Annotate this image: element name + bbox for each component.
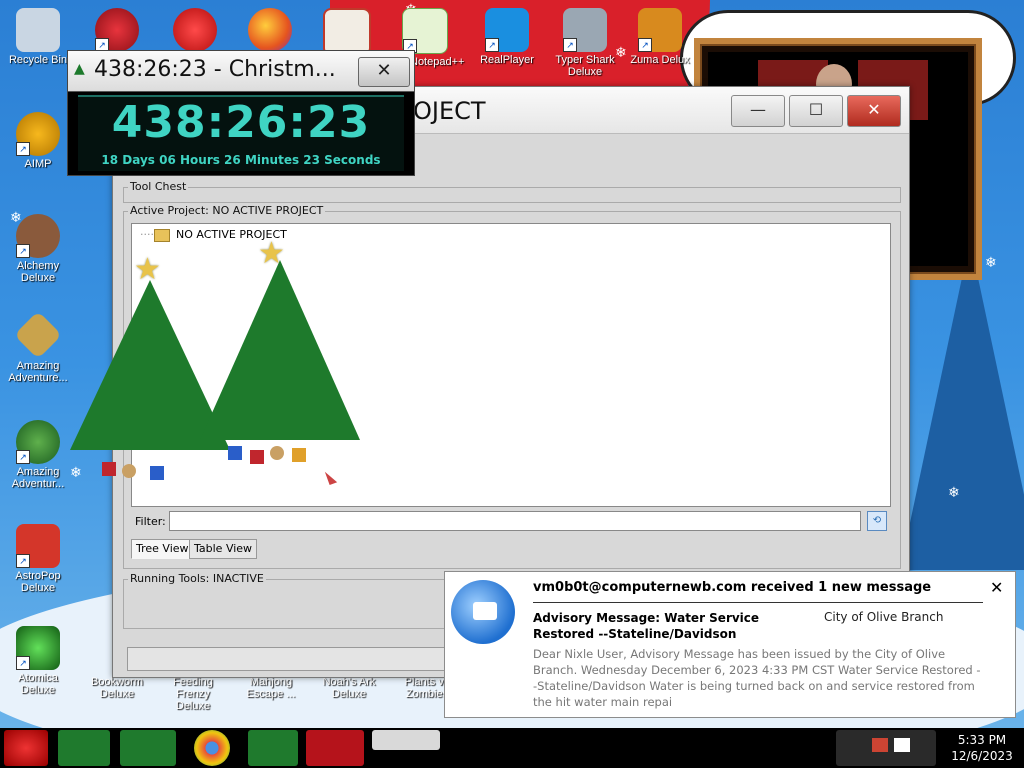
filter-input[interactable] xyxy=(169,511,861,531)
notification-body: Dear Nixle User, Advisory Message has be… xyxy=(533,647,981,709)
taskbar-firefox-icon[interactable] xyxy=(58,730,110,766)
clock-time: 5:33 PM xyxy=(957,733,1007,747)
close-button[interactable]: ✕ xyxy=(847,95,901,127)
thunderbird-icon xyxy=(451,580,515,644)
desktop-icon-atomica[interactable]: ↗ Atomica Deluxe xyxy=(3,626,73,696)
desktop-icon-red-creature[interactable] xyxy=(160,8,230,54)
desktop-icon-label: AstroPop Deluxe xyxy=(15,570,61,594)
tool-chest-label: Tool Chest xyxy=(128,180,189,193)
countdown-title: 438:26:23 - Christm... xyxy=(94,57,336,82)
taskbar-red-bird-icon[interactable] xyxy=(306,730,364,766)
tab-tree-view[interactable]: Tree View xyxy=(131,539,194,559)
realplayer-icon: ↗ xyxy=(485,8,529,52)
countdown-words: 18 Days 06 Hours 26 Minutes 23 Seconds xyxy=(101,153,381,167)
desktop-icon-astropop[interactable]: ↗ AstroPop Deluxe xyxy=(3,524,73,594)
teddy-bear-icon xyxy=(122,464,136,478)
gift-icon xyxy=(250,450,264,464)
star-icon: ★ xyxy=(258,236,285,271)
firefox-icon xyxy=(248,8,292,52)
gift-icon xyxy=(228,446,242,460)
minimize-button[interactable]: — xyxy=(731,95,785,127)
countdown-close-button[interactable]: ✕ xyxy=(358,57,410,87)
compass-icon: ↗ xyxy=(16,420,60,464)
countdown-time: 438:26:23 xyxy=(111,97,371,148)
pine-tree-decoration xyxy=(900,240,1024,570)
notification-divider xyxy=(533,602,983,603)
status-bar xyxy=(127,647,449,671)
tool-chest-panel: Tool Chest xyxy=(123,180,901,203)
desktop-icon-firefox[interactable] xyxy=(235,8,305,54)
tab-table-view[interactable]: Table View xyxy=(189,539,258,559)
countdown-window[interactable]: ▲ 438:26:23 - Christm... ✕ 438:26:23 18 … xyxy=(67,50,415,176)
gift-icon xyxy=(150,466,164,480)
notepad-icon: ↗ xyxy=(402,8,448,54)
taskbar-clock[interactable]: 5:33 PM 12/6/2023 xyxy=(942,732,1022,764)
refresh-filter-icon[interactable]: ⟲ xyxy=(867,511,887,531)
taskbar-blank-item[interactable] xyxy=(372,730,440,750)
countdown-titlebar[interactable]: ▲ 438:26:23 - Christm... ✕ xyxy=(68,51,414,92)
astropop-icon: ↗ xyxy=(16,524,60,568)
desktop-icon-label: Mahjong Escape ... xyxy=(246,676,296,700)
volume-icon[interactable] xyxy=(894,738,910,752)
desktop-icon-label: Noah's Ark Deluxe xyxy=(322,676,376,700)
system-tray xyxy=(836,730,936,766)
shark-icon: ↗ xyxy=(563,8,607,52)
aimp-icon: ↗ xyxy=(16,112,60,156)
desktop-icon-label: Zuma Delux xyxy=(630,54,690,66)
teddy-bear-icon xyxy=(270,446,284,460)
desktop-icon-label: AIMP xyxy=(24,158,52,170)
desktop-icon-label: Bookworm Deluxe xyxy=(91,676,143,700)
active-project-label: Active Project: NO ACTIVE PROJECT xyxy=(128,204,326,217)
snowflake-icon: ❄ xyxy=(985,255,997,271)
desktop-icon-aimp[interactable]: ↗ AIMP xyxy=(3,112,73,170)
santa-start-icon[interactable] xyxy=(4,730,48,766)
wizard-icon: ↗ xyxy=(16,214,60,258)
mail-notification[interactable]: vm0b0t@computernewb.com received 1 new m… xyxy=(444,571,1016,718)
desktop-icon-zuma[interactable]: ↗ Zuma Delux xyxy=(625,8,695,66)
gift-icon xyxy=(102,462,116,476)
gift-icon xyxy=(292,448,306,462)
desktop-icon-label: Atomica Deluxe xyxy=(18,672,58,696)
notification-subject: Advisory Message: Water Service Restored… xyxy=(533,611,760,641)
christmas-trees-animation: ★ ★ xyxy=(60,236,380,490)
desktop-icon-label: RealPlayer xyxy=(480,54,534,66)
desktop-icon-label: Recycle Bin xyxy=(8,54,68,66)
desktop-icon-label: Feeding Frenzy Deluxe xyxy=(173,676,213,712)
zuma-icon: ↗ xyxy=(638,8,682,52)
maximize-button[interactable]: ☐ xyxy=(789,95,843,127)
atom-icon: ↗ xyxy=(16,626,60,670)
desktop-icon-typer-shark[interactable]: ↗ Typer Shark Deluxe xyxy=(550,8,620,78)
snowflake-icon: ❄ xyxy=(948,485,960,501)
window-title: OJECT xyxy=(413,97,486,125)
notification-close-button[interactable]: ✕ xyxy=(990,578,1003,597)
taskbar-chrome-icon[interactable] xyxy=(194,730,230,766)
desktop-icon-realplayer[interactable]: ↗ RealPlayer xyxy=(472,8,542,66)
running-tools-label: Running Tools: INACTIVE xyxy=(128,572,266,585)
taskbar xyxy=(0,728,1024,768)
notification-sender: City of Olive Branch xyxy=(824,610,944,624)
red-creature-icon xyxy=(173,8,217,52)
network-icon[interactable] xyxy=(872,738,888,752)
countdown-display: 438:26:23 18 Days 06 Hours 26 Minutes 23… xyxy=(78,95,404,171)
taskbar-christmas-tree-icon[interactable] xyxy=(248,730,298,766)
desktop-icon-recycle-bin[interactable]: Recycle Bin xyxy=(3,8,73,66)
snowflake-icon: ❄ xyxy=(1000,60,1012,76)
desktop-icon-help[interactable]: ↗ xyxy=(82,8,152,54)
clock-date: 12/6/2023 xyxy=(951,749,1013,763)
desktop-icon-label: Typer Shark Deluxe xyxy=(555,54,615,78)
taskbar-file-explorer-icon[interactable] xyxy=(120,730,176,766)
christmas-tree-icon: ▲ xyxy=(74,61,85,77)
christmas-tree xyxy=(200,260,360,440)
recycle-bin-icon xyxy=(16,8,60,52)
help-icon: ↗ xyxy=(95,8,139,52)
shrine-icon xyxy=(323,8,371,56)
star-icon: ★ xyxy=(134,252,161,287)
filter-label: Filter: xyxy=(135,515,166,528)
compass-icon xyxy=(13,310,63,360)
notification-header: vm0b0t@computernewb.com received 1 new m… xyxy=(533,580,932,595)
